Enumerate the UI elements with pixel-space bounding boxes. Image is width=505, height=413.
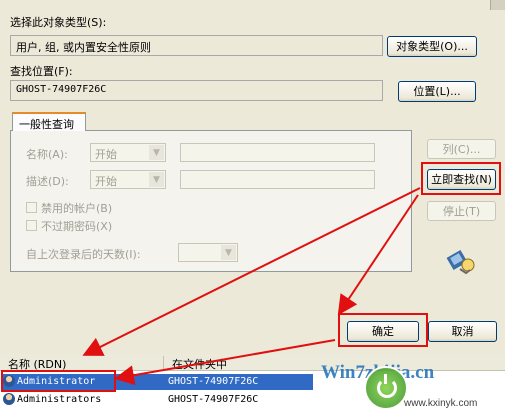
watermark-site: www.kxinyk.com xyxy=(404,398,478,409)
arrow-find-to-results xyxy=(82,187,421,356)
watermark-logo: Win7zhijia.cn www.kxinyk.com xyxy=(316,356,505,413)
arrow-find-to-ok xyxy=(337,194,419,316)
annotation-arrows xyxy=(82,187,421,386)
power-icon xyxy=(364,366,408,410)
arrow-ok-to-administrator xyxy=(114,339,336,386)
